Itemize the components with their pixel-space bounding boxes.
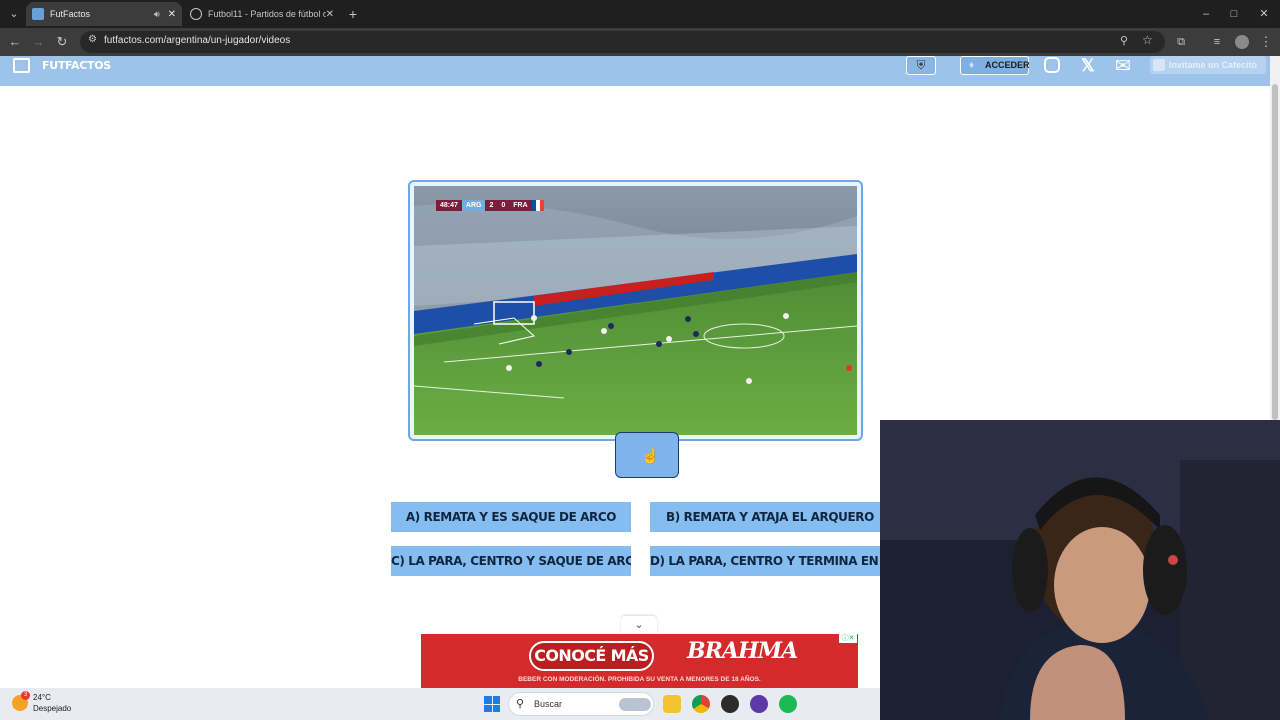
answer-b-button[interactable]: B) REMATA Y ATAJA EL ARQUERO [650, 502, 890, 532]
back-arrow-icon[interactable]: ← [4, 31, 26, 53]
globe-icon [190, 8, 202, 20]
futfactos-logo-icon[interactable] [13, 58, 30, 73]
france-flag-icon [531, 200, 544, 211]
ad-cta-button[interactable]: CONOCÉ MÁS [529, 641, 654, 671]
spotify-icon[interactable] [779, 695, 797, 713]
login-button[interactable]: ♦ ACCEDER [960, 56, 1030, 75]
site-logo-text[interactable]: FUTFACTOS [42, 59, 111, 72]
tab-search-button[interactable]: ⌄ [4, 2, 24, 26]
brahma-ad-banner[interactable]: CONOCÉ MÁS BRAHMA BEBER CON MODERACIÓN. … [421, 634, 858, 688]
forward-arrow-icon[interactable]: → [27, 31, 49, 53]
menu-kebab-icon[interactable]: ⋮ [1255, 31, 1277, 53]
away-team: FRA [509, 200, 532, 211]
file-explorer-icon[interactable] [663, 695, 681, 713]
page-scrollbar-thumb[interactable] [1272, 84, 1278, 420]
answer-c-button[interactable]: C) LA PARA, CENTRO Y SAQUE DE ARCO [391, 546, 631, 576]
tab-close-icon[interactable]: ✕ [326, 9, 334, 20]
extensions-icon[interactable]: ⧉ [1170, 31, 1192, 53]
site-info-icon[interactable]: ⚙ [88, 34, 97, 45]
close-window-button[interactable]: ✕ [1254, 2, 1274, 26]
futfactos-favicon-icon [32, 8, 44, 20]
tab-futbol11[interactable]: Futbol11 - Partidos de fútbol d ✕ [184, 2, 340, 26]
new-tab-button[interactable]: + [344, 2, 362, 26]
instagram-icon[interactable] [1044, 57, 1060, 73]
ad-brand-logo: BRAHMA [687, 638, 798, 664]
zoom-icon[interactable]: ⚲ [1120, 34, 1128, 47]
video-player-frame: 48:47 ARG 2 0 FRA [408, 180, 863, 441]
match-scene-image [414, 186, 857, 435]
site-header: FUTFACTOS ⛨ ♦ ACCEDER 𝕏 ✉ Invitame un Ca… [0, 56, 1270, 86]
shield-icon[interactable]: ⛨ [906, 56, 936, 75]
answer-d-button[interactable]: D) LA PARA, CENTRO Y TERMINA EN CÓRNER [650, 546, 890, 576]
reveal-answer-button[interactable]: ☝ [615, 432, 679, 478]
windows-taskbar: 3 24°C Despejado ⚲ Buscar [0, 688, 880, 720]
cafecito-button[interactable]: Invitame un Cafecito [1150, 56, 1266, 74]
tab-futfactos[interactable]: FutFactos 🔊︎ ✕ [26, 2, 182, 26]
cafecito-label: Invitame un Cafecito [1169, 60, 1258, 70]
login-button-label: ACCEDER [985, 60, 1030, 70]
search-icon: ⚲ [516, 698, 525, 710]
tab-close-icon[interactable]: ✕ [168, 9, 176, 20]
windows-start-icon[interactable] [484, 696, 500, 712]
x-icon[interactable]: 𝕏 [1081, 56, 1095, 76]
match-clock: 48:47 [436, 200, 462, 211]
tab-title: Futbol11 - Partidos de fútbol d [208, 9, 326, 19]
maximize-button[interactable]: □ [1224, 2, 1244, 26]
reload-icon[interactable]: ↻ [51, 31, 73, 53]
score-overlay: 48:47 ARG 2 0 FRA [436, 200, 544, 211]
weather-description[interactable]: Despejado [33, 704, 71, 713]
weather-temperature[interactable]: 24°C [33, 693, 51, 702]
ad-collapse-chevron-icon[interactable]: ⌄ [621, 616, 657, 634]
url-text[interactable]: futfactos.com/argentina/un-jugador/video… [104, 35, 290, 46]
minimize-button[interactable]: – [1196, 2, 1216, 26]
coffee-icon [1153, 59, 1165, 71]
ad-disclaimer: BEBER CON MODERACIÓN. PROHIBIDA SU VENTA… [518, 676, 761, 683]
webcam-feed-image [880, 420, 1280, 720]
address-bar[interactable]: ⚙ futfactos.com/argentina/un-jugador/vid… [80, 31, 1165, 53]
match-video[interactable]: 48:47 ARG 2 0 FRA [414, 186, 857, 435]
hand-cursor-icon: ☝ [641, 448, 660, 465]
chrome-icon[interactable] [692, 695, 710, 713]
tab-title: FutFactos [50, 9, 91, 19]
mail-icon[interactable]: ✉ [1115, 55, 1131, 78]
answer-a-button[interactable]: A) REMATA Y ES SAQUE DE ARCO [391, 502, 631, 532]
browser-toolbar: ← → ↻ ⚙ futfactos.com/argentina/un-jugad… [0, 28, 1280, 56]
taskbar-search[interactable]: ⚲ Buscar [508, 692, 654, 716]
twitch-streaming-icon[interactable] [750, 695, 768, 713]
search-highlight-icon [619, 698, 651, 711]
home-team: ARG [461, 200, 486, 211]
user-shield-icon: ♦ [969, 60, 975, 71]
obs-icon[interactable] [721, 695, 739, 713]
away-score: 0 [497, 200, 510, 211]
streamer-webcam [880, 420, 1280, 720]
taskbar-search-placeholder: Buscar [534, 699, 563, 709]
home-score: 2 [485, 200, 498, 211]
media-controls-icon[interactable]: ≡ [1206, 31, 1228, 53]
profile-avatar-icon[interactable] [1235, 35, 1249, 49]
audio-playing-icon[interactable]: 🔊︎ [154, 9, 160, 20]
notification-badge: 3 [21, 691, 30, 700]
bookmark-star-icon[interactable]: ☆ [1142, 33, 1153, 47]
ad-choices-close-icon[interactable]: ⓘ✕ [839, 634, 857, 643]
browser-tab-bar: ⌄ FutFactos 🔊︎ ✕ Futbol11 - Partidos de … [0, 0, 1280, 28]
